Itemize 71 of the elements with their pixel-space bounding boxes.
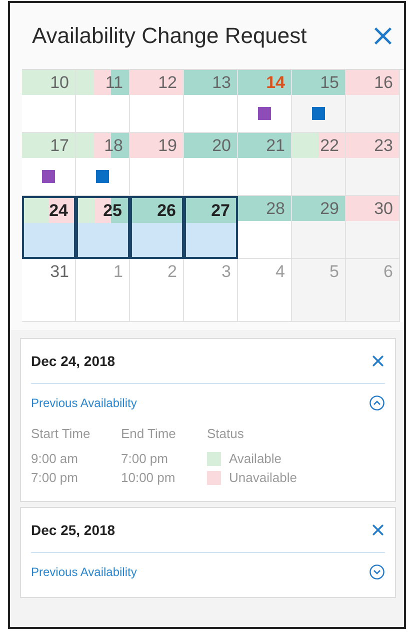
table-cell: Available: [229, 451, 282, 466]
close-icon[interactable]: [371, 523, 385, 537]
day-cell[interactable]: 30: [346, 196, 400, 259]
day-cell[interactable]: 12: [130, 70, 184, 133]
day-cell[interactable]: 14: [238, 70, 292, 133]
table-cell-text: 7:00 pm: [31, 470, 79, 485]
column-header: Start Time: [31, 426, 92, 441]
column-header: Status: [207, 426, 245, 441]
day-number: 13: [212, 73, 231, 93]
window-title: Availability Change Request: [32, 23, 307, 49]
day-number: 25: [103, 201, 122, 221]
day-cell[interactable]: 2: [130, 259, 184, 322]
day-number: 17: [50, 136, 69, 156]
table-cell: Unavailable: [229, 470, 297, 485]
day-cell[interactable]: 13: [184, 70, 238, 133]
previous-availability-link[interactable]: Previous Availability: [31, 565, 137, 579]
day-number: 26: [157, 201, 176, 221]
day-cell[interactable]: 26: [130, 196, 184, 259]
day-cell[interactable]: 23: [346, 133, 400, 196]
day-cell[interactable]: 1: [76, 259, 130, 322]
day-number: 27: [211, 201, 230, 221]
day-cell[interactable]: 15: [292, 70, 346, 133]
day-number: 2: [168, 262, 177, 282]
day-number: 10: [50, 73, 69, 93]
day-number: 22: [320, 136, 339, 156]
day-number: 16: [374, 73, 393, 93]
column-header: End Time: [121, 426, 177, 441]
day-cell[interactable]: 17: [22, 133, 76, 196]
day-cell[interactable]: 21: [238, 133, 292, 196]
day-cell[interactable]: 29: [292, 196, 346, 259]
day-cell[interactable]: 27: [184, 196, 238, 259]
day-number: 20: [212, 136, 231, 156]
day-cell[interactable]: 6: [346, 259, 400, 322]
day-number: 28: [266, 199, 285, 219]
day-cell[interactable]: 3: [184, 259, 238, 322]
day-number: 6: [384, 262, 393, 282]
day-number: 31: [50, 262, 69, 282]
chevron-up-icon[interactable]: [369, 395, 385, 411]
day-number: 30: [374, 199, 393, 219]
previous-availability-link[interactable]: Previous Availability: [31, 396, 137, 410]
day-number: 1: [114, 262, 123, 282]
table-cell-text: 10:00 pm: [121, 470, 176, 485]
day-cell[interactable]: 5: [292, 259, 346, 322]
day-number: 4: [276, 262, 285, 282]
day-number: 5: [330, 262, 339, 282]
day-number: 12: [158, 73, 177, 93]
request-date: Dec 25, 2018: [31, 522, 116, 538]
day-number: 24: [49, 201, 68, 221]
chevron-down-icon[interactable]: [369, 564, 385, 580]
table-cell-text: 7:00 pm: [121, 451, 169, 466]
day-cell[interactable]: 20: [184, 133, 238, 196]
day-cell[interactable]: 10: [22, 70, 76, 133]
day-number: 3: [222, 262, 231, 282]
day-number: 29: [320, 199, 339, 219]
day-cell[interactable]: 31: [22, 259, 76, 322]
day-cell[interactable]: 22: [292, 133, 346, 196]
table-cell-text: 9:00 am: [31, 451, 79, 466]
day-cell[interactable]: 28: [238, 196, 292, 259]
day-cell[interactable]: 25: [76, 196, 130, 259]
day-cell[interactable]: 24: [22, 196, 76, 259]
day-cell[interactable]: 19: [130, 133, 184, 196]
day-number: 23: [374, 136, 393, 156]
day-number: 21: [266, 136, 285, 156]
close-icon[interactable]: [372, 25, 394, 47]
day-cell[interactable]: 16: [346, 70, 400, 133]
day-number: 19: [158, 136, 177, 156]
day-cell[interactable]: 4: [238, 259, 292, 322]
request-date: Dec 24, 2018: [31, 353, 116, 369]
close-icon[interactable]: [371, 354, 385, 368]
day-number: 14: [266, 73, 285, 93]
day-number: 15: [320, 73, 339, 93]
